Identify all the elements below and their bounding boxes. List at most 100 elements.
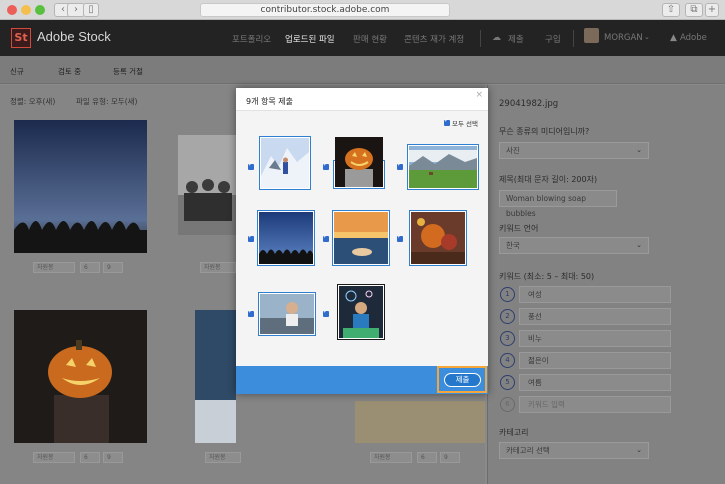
item-thumbnail-woman[interactable] [258,292,316,336]
keyword-input-empty[interactable]: 키워드 입력 [519,396,671,413]
status-tabs: 신규 검토 중 등록 거절 [0,56,725,84]
minimize-window-icon[interactable] [21,5,31,15]
user-name[interactable]: MORGAN [604,33,643,43]
browser-toolbar: ‹ › ▯ contributor.stock.adobe.com ⇧ ⧉ + [0,0,725,20]
keyword-input[interactable]: 여름 [519,374,671,391]
item-thumbnail-pumpkin[interactable] [333,137,385,189]
thumb-action-bar[interactable]: 자원봉 [33,262,75,273]
keyword-language-select[interactable]: 한국 ⌄ [499,237,649,254]
thumb-count[interactable]: 9 [440,452,460,463]
thumb-count[interactable]: 9 [103,452,123,463]
file-name: 29041982.jpg [499,99,559,109]
title-input[interactable]: Woman blowing soap bubbles [499,190,617,218]
tab-rejected[interactable]: 등록 거절 [113,66,143,77]
title-label: 제목(최대 문자 길이: 200자) [499,175,598,184]
screen: ‹ › ▯ contributor.stock.adobe.com ⇧ ⧉ + … [0,0,725,484]
keyword-input[interactable]: 여성 [519,286,671,303]
category-value: 카테고리 선택 [506,446,550,455]
keyword-number: 1 [500,287,515,302]
app-header: St Adobe Stock 포트폴리오 업로드된 파일 판매 현황 콘텐츠 재… [0,20,725,56]
item-thumbnail-hiker[interactable] [259,136,311,190]
thumb-action-bar[interactable]: 자원봉 [200,262,236,273]
keyword-number: 2 [500,309,515,324]
nav-purchase[interactable]: 구입 [545,33,561,45]
keyword-input[interactable]: 젊은이 [519,352,671,369]
submit-dialog: 9개 항목 제출 × 모두 선택 [236,88,488,394]
new-tab-icon[interactable]: + [705,3,719,17]
item-checkbox[interactable] [397,233,403,242]
thumb-count[interactable]: 9 [103,262,123,273]
submit-button[interactable]: 제출 [444,373,481,387]
dialog-title: 9개 항목 제출 [246,97,293,106]
thumb-count[interactable]: 6 [80,452,100,463]
adobe-stock-logo[interactable]: St [11,28,31,48]
item-checkbox[interactable] [248,233,254,242]
item-thumbnail-soap-bubbles[interactable] [337,284,385,340]
chevron-down-icon[interactable]: ⌄ [644,33,650,41]
adobe-label[interactable]: Adobe [680,33,707,43]
thumb-action-bar[interactable]: 자원봉 [205,452,241,463]
media-type-label: 무슨 종류의 미디어입니까? [499,127,590,136]
thumb-action-bar[interactable]: 자원봉 [370,452,412,463]
nav-sales[interactable]: 판매 현황 [353,33,387,45]
select-all-checkbox[interactable] [444,117,450,126]
keyword-number: 3 [500,331,515,346]
close-icon[interactable]: × [475,90,483,100]
thumbnail-beach[interactable] [195,310,236,443]
category-select[interactable]: 카테고리 선택 ⌄ [499,442,649,459]
thumbnail-field[interactable] [355,401,485,443]
item-thumbnail-autumn-pumpkin[interactable] [409,210,467,266]
item-checkbox[interactable] [248,161,254,170]
media-type-select[interactable]: 사진 ⌄ [499,142,649,159]
item-thumbnail-sunset-sea[interactable] [332,210,390,266]
chevron-down-icon: ⌄ [636,241,642,249]
thumbnail-pumpkin[interactable] [14,310,147,443]
zoom-window-icon[interactable] [35,5,45,15]
thumb-count[interactable]: 6 [417,452,437,463]
nav-account[interactable]: 콘텐츠 재가 계정 [404,33,464,45]
tab-in-review[interactable]: 검토 중 [58,66,81,77]
item-thumbnail-meadow[interactable] [407,144,479,190]
type-filter[interactable]: 파일 유형: 모두(새) [76,96,137,107]
sort-filter[interactable]: 정렬: 오후(새) [10,96,55,107]
upload-cloud-icon[interactable]: ☁ [492,33,501,43]
dialog-body: 모두 선택 [236,110,488,366]
chevron-down-icon: ⌄ [636,146,642,154]
keyword-number: 4 [500,353,515,368]
sidebar-icon[interactable]: ▯ [83,3,99,17]
thumb-count[interactable]: 6 [80,262,100,273]
category-label: 카테고리 [499,428,529,437]
item-thumbnail-crowd[interactable] [257,210,315,266]
item-checkbox[interactable] [323,233,329,242]
adobe-logo-icon: ▲ [670,33,677,43]
item-checkbox[interactable] [397,161,403,170]
keyword-number: 5 [500,375,515,390]
file-details-panel: 29041982.jpg 무슨 종류의 미디어입니까? 사진 ⌄ 제목(최대 문… [487,85,725,484]
nav-upload[interactable]: 제출 [508,33,524,45]
keywords-label: 키워드 (최소: 5 – 최대: 50) [499,272,595,281]
url-bar[interactable]: contributor.stock.adobe.com [200,3,450,17]
close-window-icon[interactable] [7,5,17,15]
media-type-value: 사진 [506,146,520,155]
nav-divider [573,30,574,47]
keyword-input[interactable]: 풍선 [519,308,671,325]
keyword-number: 6 [500,397,515,412]
nav-divider [480,30,481,47]
user-avatar[interactable] [584,28,599,43]
select-all-label[interactable]: 모두 선택 [452,118,478,128]
chevron-down-icon: ⌄ [636,446,642,454]
brand-name[interactable]: Adobe Stock [37,29,111,44]
nav-portfolio[interactable]: 포트폴리오 [232,33,271,45]
nav-uploaded-files[interactable]: 업로드된 파일 [285,33,335,45]
item-checkbox[interactable] [323,308,329,317]
tabs-icon[interactable]: ⧉ [685,3,703,17]
thumbnail-friends[interactable] [178,135,236,235]
tab-new[interactable]: 신규 [10,66,24,77]
keyword-input[interactable]: 비누 [519,330,671,347]
item-checkbox[interactable] [323,161,329,170]
item-checkbox[interactable] [248,308,254,317]
share-icon[interactable]: ⇧ [662,3,680,17]
thumbnail-silhouettes[interactable] [14,120,147,253]
thumb-action-bar[interactable]: 자원봉 [33,452,75,463]
keyword-language-value: 한국 [506,241,520,250]
